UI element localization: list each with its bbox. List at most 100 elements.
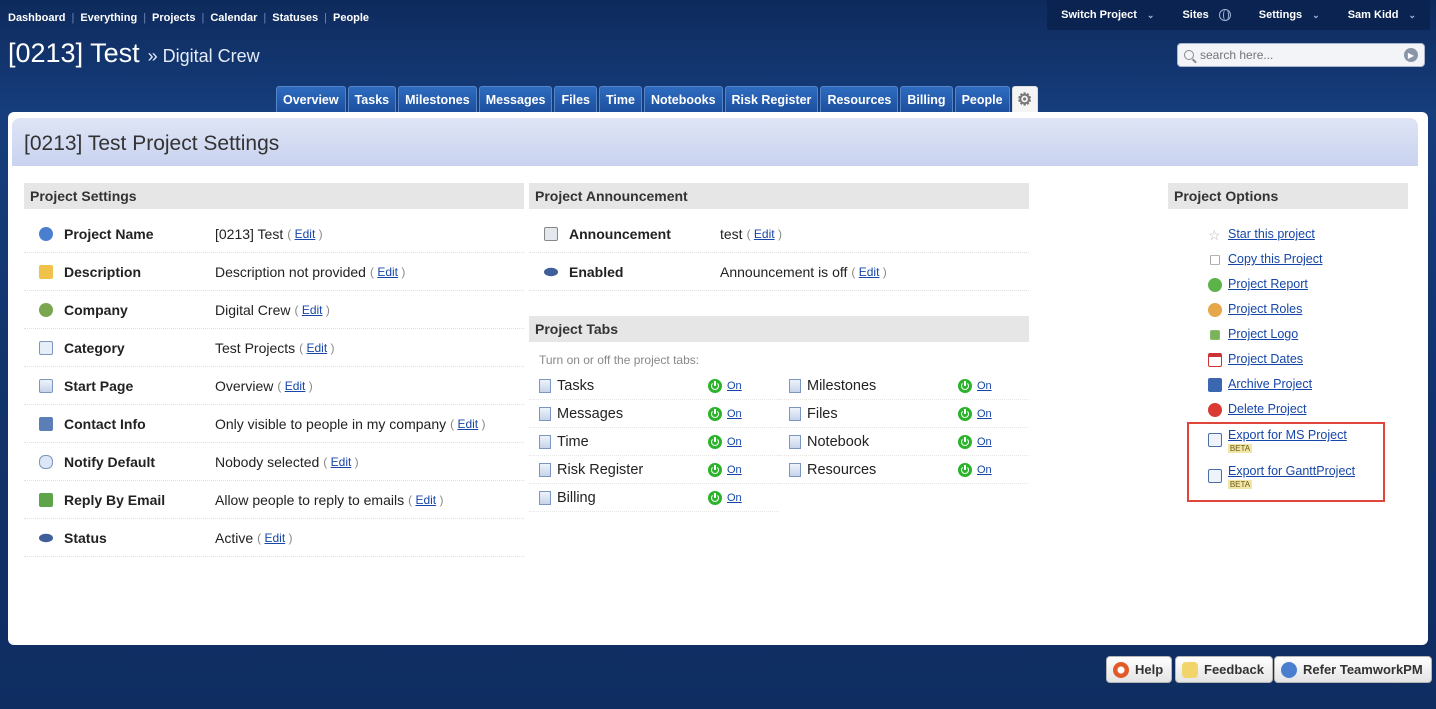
- archive-project-link[interactable]: Archive Project: [1228, 377, 1312, 391]
- tab-overview[interactable]: Overview: [276, 86, 346, 112]
- sites-menu[interactable]: Sites: [1168, 0, 1244, 30]
- project-report-link[interactable]: Project Report: [1228, 277, 1308, 291]
- setting-row-notify-default: Notify Default Nobody selected ( Edit ): [24, 443, 524, 481]
- delete-project-link[interactable]: Delete Project: [1228, 402, 1307, 416]
- page-icon: [789, 434, 801, 449]
- roles-icon: [1208, 303, 1222, 317]
- setting-row-category: Category Test Projects ( Edit ): [24, 329, 524, 367]
- setting-value: [0213] Test: [215, 225, 284, 242]
- tab-toggle-on[interactable]: On: [958, 462, 992, 477]
- nav-calendar[interactable]: Calendar: [210, 12, 257, 24]
- edit-link[interactable]: Edit: [415, 493, 436, 507]
- tab-toggle-on[interactable]: On: [958, 406, 992, 421]
- company-link[interactable]: » Digital Crew: [148, 46, 260, 67]
- eye-icon: [39, 533, 53, 542]
- nav-everything[interactable]: Everything: [80, 12, 137, 24]
- tab-toggle-on[interactable]: On: [708, 434, 742, 449]
- tab-people[interactable]: People: [954, 86, 1010, 112]
- chevron-down-icon: ⌄: [1312, 9, 1320, 20]
- edit-link[interactable]: Edit: [331, 455, 352, 469]
- tab-toggle-row: Tasks On: [529, 372, 779, 400]
- project-tabs-hint: Turn on or off the project tabs:: [539, 353, 700, 367]
- user-menu[interactable]: Sam Kidd ⌄: [1334, 0, 1430, 30]
- on-link[interactable]: On: [977, 464, 992, 476]
- setting-row-company: Company Digital Crew ( Edit ): [24, 291, 524, 329]
- edit-link[interactable]: Edit: [457, 417, 478, 431]
- nav-statuses[interactable]: Statuses: [272, 12, 318, 24]
- tab-billing[interactable]: Billing: [900, 86, 953, 112]
- page-icon: [539, 490, 551, 505]
- on-link[interactable]: On: [727, 408, 742, 420]
- copy-project-link[interactable]: Copy this Project: [1228, 252, 1322, 266]
- edit-wrapper: ( Edit ): [746, 226, 782, 241]
- tab-toggle-on[interactable]: On: [708, 490, 742, 505]
- tab-toggle-on[interactable]: On: [708, 406, 742, 421]
- tab-toggle-on[interactable]: On: [958, 434, 992, 449]
- tab-toggle-name: Milestones: [807, 377, 877, 394]
- tab-resources[interactable]: Resources: [820, 86, 899, 112]
- tab-toggle-name: Billing: [557, 489, 596, 506]
- star-project-link[interactable]: Star this project: [1228, 227, 1315, 241]
- tab-tasks[interactable]: Tasks: [347, 86, 397, 112]
- tab-toggle-on[interactable]: On: [708, 378, 742, 393]
- tab-notebooks[interactable]: Notebooks: [643, 86, 723, 112]
- setting-row-description: Description Description not provided ( E…: [24, 253, 524, 291]
- tab-time[interactable]: Time: [598, 86, 642, 112]
- page-title: [0213] Test Project Settings: [12, 118, 1418, 166]
- setting-value: Active: [215, 529, 254, 546]
- edit-wrapper: ( Edit ): [287, 226, 323, 241]
- settings-label: Settings: [1258, 9, 1303, 21]
- power-icon: [958, 406, 972, 421]
- tab-toggle-name: Risk Register: [557, 461, 644, 478]
- setting-row-start-page: Start Page Overview ( Edit ): [24, 367, 524, 405]
- edit-link[interactable]: Edit: [302, 303, 323, 317]
- search-go-icon[interactable]: ▶: [1404, 48, 1418, 62]
- tab-toggle-on[interactable]: On: [708, 462, 742, 477]
- project-dates-link[interactable]: Project Dates: [1228, 352, 1303, 366]
- tab-settings[interactable]: ⚙: [1011, 86, 1038, 112]
- help-button[interactable]: Help: [1106, 656, 1173, 683]
- nav-projects[interactable]: Projects: [152, 12, 195, 24]
- search-input[interactable]: [1200, 48, 1404, 62]
- setting-label: Project Name: [64, 225, 154, 242]
- power-icon: [708, 378, 722, 393]
- edit-link[interactable]: Edit: [859, 265, 880, 279]
- setting-label: Reply By Email: [64, 491, 166, 508]
- tab-risk-register[interactable]: Risk Register: [724, 86, 819, 112]
- edit-link[interactable]: Edit: [306, 341, 327, 355]
- switch-project-label: Switch Project: [1061, 9, 1137, 21]
- note-icon: [39, 264, 53, 279]
- tab-toggle-name: Time: [557, 433, 589, 450]
- edit-link[interactable]: Edit: [295, 227, 316, 241]
- tab-messages[interactable]: Messages: [478, 86, 553, 112]
- project-roles-link[interactable]: Project Roles: [1228, 302, 1302, 316]
- tab-files[interactable]: Files: [554, 86, 597, 112]
- settings-menu[interactable]: Settings ⌄: [1245, 0, 1334, 30]
- switch-project-menu[interactable]: Switch Project ⌄: [1047, 0, 1168, 30]
- project-logo-link[interactable]: Project Logo: [1228, 327, 1298, 341]
- copy-icon: [1210, 255, 1220, 265]
- nav-separator: |: [71, 12, 75, 24]
- edit-link[interactable]: Edit: [285, 379, 306, 393]
- nav-people[interactable]: People: [333, 12, 369, 24]
- on-link[interactable]: On: [727, 492, 742, 504]
- edit-link[interactable]: Edit: [754, 227, 775, 241]
- on-link[interactable]: On: [727, 464, 742, 476]
- setting-label: Notify Default: [64, 453, 155, 470]
- feedback-button[interactable]: Feedback: [1175, 656, 1273, 683]
- help-label: Help: [1135, 662, 1164, 677]
- edit-link[interactable]: Edit: [264, 531, 285, 545]
- page-icon: [789, 406, 801, 421]
- on-link[interactable]: On: [727, 436, 742, 448]
- tab-toggle-on[interactable]: On: [958, 378, 992, 393]
- search-icon: [1184, 50, 1194, 60]
- on-link[interactable]: On: [977, 408, 992, 420]
- on-link[interactable]: On: [977, 436, 992, 448]
- on-link[interactable]: On: [977, 380, 992, 392]
- refer-button[interactable]: Refer TeamworkPM: [1274, 656, 1432, 683]
- tab-milestones[interactable]: Milestones: [398, 86, 477, 112]
- tab-toggle-row: Time On: [529, 428, 779, 456]
- on-link[interactable]: On: [727, 380, 742, 392]
- edit-link[interactable]: Edit: [377, 265, 398, 279]
- nav-dashboard[interactable]: Dashboard: [8, 12, 65, 24]
